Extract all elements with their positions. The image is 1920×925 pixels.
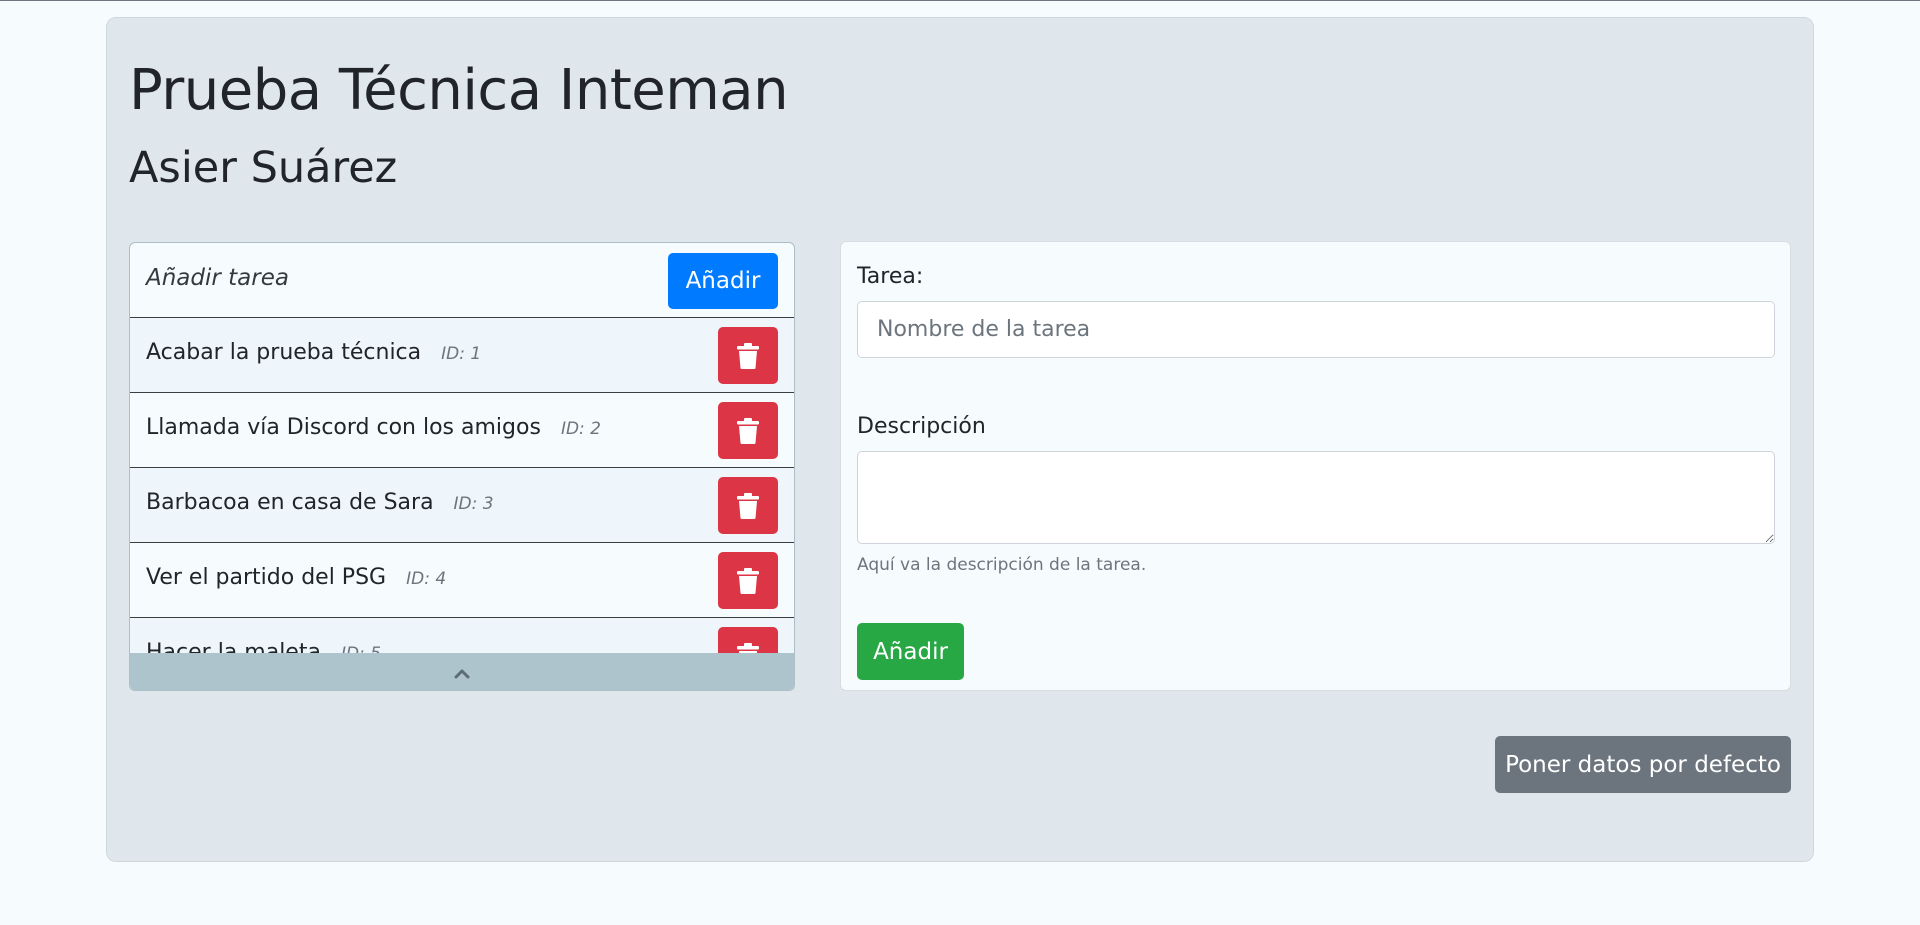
add-task-label: Añadir tarea	[146, 265, 289, 291]
description-label: Descripción	[857, 414, 986, 439]
list-item: Llamada vía Discord con los amigos ID: 2	[130, 392, 794, 467]
task-label: Tarea:	[857, 264, 924, 289]
default-data-button[interactable]: Poner datos por defecto	[1495, 736, 1791, 793]
task-name: Hacer la maleta	[146, 640, 321, 653]
page-subtitle: Asier Suárez	[129, 143, 398, 193]
add-task-row: Añadir tarea Añadir	[130, 243, 794, 318]
list-item: Barbacoa en casa de Sara ID: 3	[130, 467, 794, 542]
task-form: Tarea: Descripción Aquí va la descripció…	[840, 241, 1791, 691]
trash-icon	[737, 567, 759, 594]
description-help-text: Aquí va la descripción de la tarea.	[857, 555, 1147, 575]
task-name: Ver el partido del PSG	[146, 565, 387, 590]
top-divider	[0, 0, 1920, 1]
list-item: Ver el partido del PSG ID: 4	[130, 542, 794, 617]
task-name: Llamada vía Discord con los amigos	[146, 415, 541, 440]
task-id: ID: 4	[406, 569, 447, 589]
task-list-viewport[interactable]: Añadir tarea Añadir Acabar la prueba téc…	[130, 243, 794, 653]
task-name-input[interactable]	[857, 301, 1775, 358]
chevron-up-icon	[454, 669, 470, 678]
task-id: ID: 2	[560, 419, 601, 439]
task-id: ID: 3	[453, 494, 494, 514]
list-item: Hacer la maleta ID: 5	[130, 617, 794, 653]
trash-icon	[737, 417, 759, 444]
trash-icon	[737, 642, 759, 653]
add-task-button[interactable]: Añadir	[668, 253, 778, 309]
delete-task-button[interactable]	[718, 327, 778, 384]
task-list: Añadir tarea Añadir Acabar la prueba téc…	[129, 242, 795, 691]
delete-task-button[interactable]	[718, 627, 778, 653]
task-id: ID: 1	[441, 344, 482, 364]
page-title: Prueba Técnica Inteman	[129, 58, 789, 123]
delete-task-button[interactable]	[718, 552, 778, 609]
trash-icon	[737, 492, 759, 519]
submit-task-button[interactable]: Añadir	[857, 623, 964, 680]
list-item: Acabar la prueba técnica ID: 1	[130, 317, 794, 392]
task-name: Barbacoa en casa de Sara	[146, 490, 434, 515]
task-id: ID: 5	[341, 644, 381, 653]
task-name: Acabar la prueba técnica	[146, 340, 422, 365]
description-textarea[interactable]	[857, 451, 1775, 544]
delete-task-button[interactable]	[718, 402, 778, 459]
delete-task-button[interactable]	[718, 477, 778, 534]
scroll-up-button[interactable]	[130, 653, 794, 690]
trash-icon	[737, 342, 759, 369]
